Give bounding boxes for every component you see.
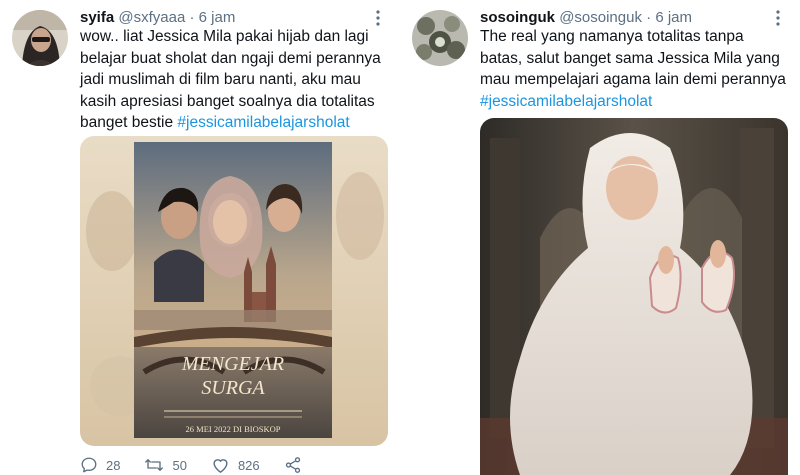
separator: · [189, 9, 195, 26]
avatar[interactable] [12, 10, 68, 66]
hashtag-link[interactable]: #jessicamilabelajarsholat [177, 114, 349, 131]
tweet-body-text: The real yang namanya totalitas tanpa ba… [480, 28, 786, 88]
tweet-media-poster[interactable]: MENGEJAR SURGA 26 MEI 2022 DI BIOSKOP [80, 136, 388, 446]
poster-date: 26 MEI 2022 DI BIOSKOP [186, 424, 281, 434]
display-name[interactable]: syifa [80, 9, 114, 26]
handle[interactable]: @sosoinguk [559, 9, 642, 26]
tweet-header: syifa @sxfyaaa · 6 jam [80, 8, 235, 28]
share-icon [285, 457, 300, 473]
tweet-text: wow.. liat Jessica Mila pakai hijab dan … [80, 26, 385, 134]
screenshot: syifa @sxfyaaa · 6 jam wow.. liat Jessic… [0, 0, 800, 475]
separator: · [646, 9, 652, 26]
like-button[interactable]: 826 [211, 456, 260, 474]
tweet-media-photo[interactable] [480, 118, 788, 475]
tweet-syifa[interactable]: syifa @sxfyaaa · 6 jam wow.. liat Jessic… [0, 0, 400, 475]
handle[interactable]: @sxfyaaa [118, 9, 185, 26]
like-count: 826 [237, 457, 260, 473]
tweet-actions: 28 50 826 [80, 454, 310, 475]
retweet-count: 50 [172, 457, 187, 473]
like-icon [213, 459, 228, 473]
retweet-button[interactable]: 50 [144, 456, 187, 474]
timestamp[interactable]: 6 jam [655, 9, 692, 26]
reply-count: 28 [106, 457, 121, 473]
hashtag-link[interactable]: #jessicamilabelajarsholat [480, 93, 652, 110]
timestamp[interactable]: 6 jam [199, 9, 236, 26]
poster-title-1: MENGEJAR [181, 353, 284, 375]
tweet-text: The real yang namanya totalitas tanpa ba… [480, 26, 790, 112]
tweet-sosoinguk[interactable]: sosoinguk @sosoinguk · 6 jam The real ya… [400, 0, 800, 475]
poster-title-2: SURGA [201, 377, 265, 399]
avatar[interactable] [412, 10, 468, 66]
reply-icon [81, 457, 97, 473]
display-name[interactable]: sosoinguk [480, 9, 555, 26]
reply-button[interactable]: 28 [80, 456, 120, 474]
retweet-icon [145, 459, 164, 471]
more-icon[interactable] [368, 8, 388, 28]
share-button[interactable] [284, 456, 310, 474]
more-icon[interactable] [768, 8, 788, 28]
tweet-header: sosoinguk @sosoinguk · 6 jam [480, 8, 692, 28]
